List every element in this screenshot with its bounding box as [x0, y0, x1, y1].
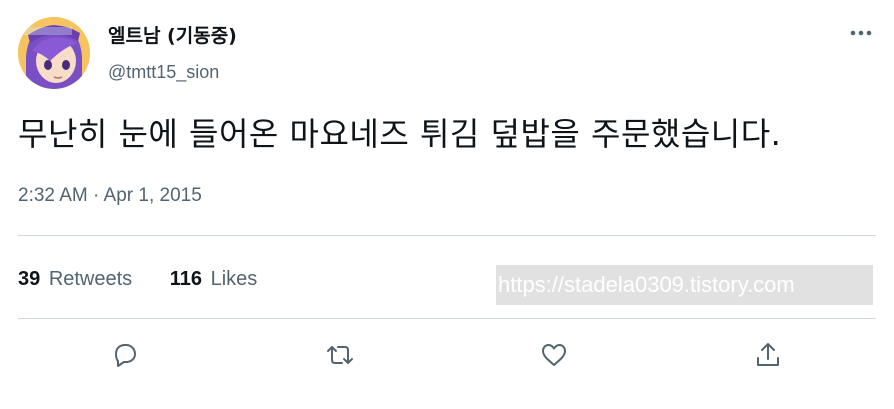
tweet-timestamp[interactable]: 2:32 AM · Apr 1, 2015 — [18, 183, 202, 209]
retweets-label: Retweets — [48, 268, 133, 290]
reply-icon[interactable] — [108, 338, 142, 372]
watermark: https://stadela0309.tistory.com — [496, 265, 873, 305]
action-bar — [0, 338, 894, 372]
retweets-count: 39 — [18, 268, 41, 290]
divider-top — [18, 235, 876, 236]
avatar[interactable] — [18, 17, 90, 89]
retweets-stat[interactable]: 39 Retweets — [18, 265, 132, 293]
display-name[interactable]: 엘트남 (기동중) — [108, 23, 237, 49]
likes-label: Likes — [210, 268, 258, 290]
divider-bottom — [18, 318, 876, 319]
tweet-text: 무난히 눈에 들어온 마요네즈 튀김 덮밥을 주문했습니다. — [18, 115, 782, 153]
share-icon[interactable] — [751, 338, 785, 372]
more-options-icon[interactable] — [846, 22, 876, 44]
tweet-stats: 39 Retweets 116 Likes — [18, 265, 289, 293]
avatar-image — [18, 17, 90, 89]
likes-stat[interactable]: 116 Likes — [170, 265, 258, 293]
retweet-icon[interactable] — [323, 338, 357, 372]
likes-count: 116 — [169, 268, 203, 290]
like-icon[interactable] — [537, 338, 571, 372]
user-handle[interactable]: @tmtt15_sion — [108, 60, 219, 84]
